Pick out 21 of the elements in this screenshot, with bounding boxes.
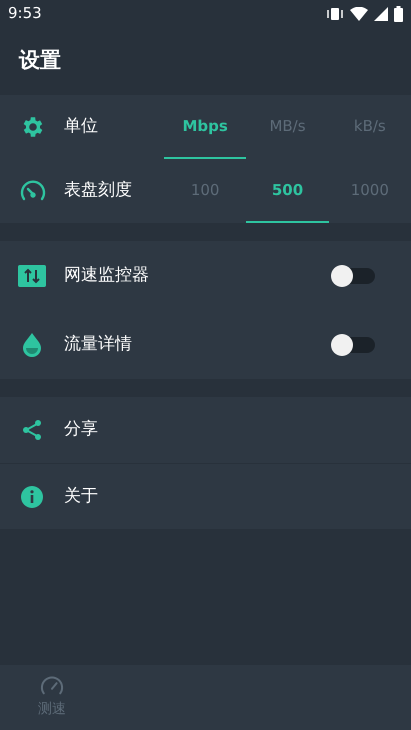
- drop-icon: [21, 332, 43, 358]
- setting-label: 流量详情: [64, 332, 133, 356]
- setting-label: 网速监控器: [64, 264, 150, 287]
- share-icon: [20, 418, 44, 442]
- option-tab[interactable]: Mbps: [164, 95, 246, 159]
- toggle-switch[interactable]: [331, 334, 375, 356]
- vibrate-icon: [326, 6, 344, 20]
- speedometer-icon: [39, 675, 65, 697]
- setting-label: 单位: [64, 115, 99, 138]
- speed-monitor-icon: [18, 264, 46, 286]
- setting-label: 表盘刻度: [64, 179, 133, 202]
- option-tab[interactable]: 500: [246, 159, 329, 223]
- battery-icon: [394, 6, 403, 22]
- settings-link[interactable]: 关于: [0, 463, 411, 529]
- page-title: 设置: [19, 47, 61, 74]
- wifi-icon: [350, 6, 368, 20]
- info-icon: [20, 484, 44, 508]
- status-time: 9:53: [8, 3, 42, 24]
- toggle-switch[interactable]: [331, 264, 375, 286]
- settings-link[interactable]: 分享: [0, 397, 411, 463]
- signal-icon: [374, 6, 388, 20]
